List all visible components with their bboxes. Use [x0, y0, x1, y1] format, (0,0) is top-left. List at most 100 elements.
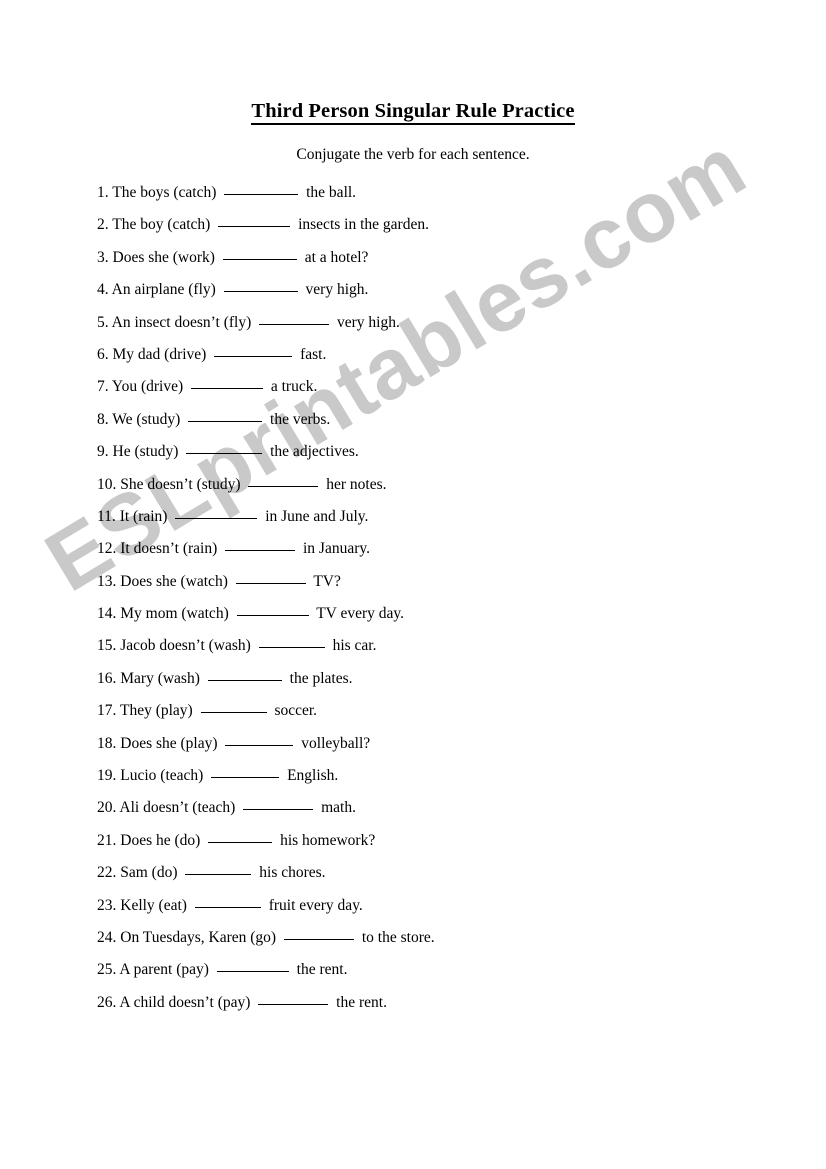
question-item: 14. My mom (watch) TV every day.	[97, 603, 797, 635]
answer-blank[interactable]	[211, 766, 280, 779]
question-number: 6.	[97, 345, 109, 363]
answer-blank[interactable]	[248, 475, 319, 487]
question-number: 20.	[97, 799, 117, 817]
question-prompt-before-blank: An airplane (fly)	[108, 281, 220, 299]
page-title-text: Third Person Singular Rule Practice	[251, 100, 575, 125]
question-number: 16.	[97, 669, 117, 687]
question-prompt-after-blank: to the store.	[357, 928, 435, 946]
answer-blank[interactable]	[225, 539, 296, 552]
question-number: 26.	[97, 993, 117, 1011]
question-number: 15.	[97, 637, 117, 655]
answer-blank[interactable]	[218, 215, 291, 228]
question-item: 17. They (play) soccer.	[97, 700, 797, 732]
answer-blank[interactable]	[208, 831, 273, 843]
answer-blank[interactable]	[223, 280, 298, 293]
answer-blank[interactable]	[216, 960, 289, 973]
question-item: 21. Does he (do) his homework?	[97, 830, 797, 862]
answer-blank[interactable]	[236, 604, 309, 617]
question-item: 11. It (rain) in June and July.	[97, 506, 797, 538]
question-item: 1. The boys (catch) the ball.	[97, 182, 797, 214]
question-prompt-after-blank: English.	[283, 767, 339, 785]
answer-blank[interactable]	[214, 345, 293, 357]
question-item: 5. An insect doesn’t (fly) very high.	[97, 312, 797, 344]
answer-blank[interactable]	[207, 669, 282, 681]
answer-blank[interactable]	[259, 313, 330, 325]
instructions-text: Conjugate the verb for each sentence.	[296, 146, 530, 163]
question-prompt-before-blank: Does she (watch)	[116, 572, 232, 590]
question-prompt-after-blank: her notes.	[322, 475, 387, 493]
question-number: 3.	[97, 248, 109, 266]
question-item: 8. We (study) the verbs.	[97, 409, 797, 441]
question-number: 2.	[97, 216, 109, 234]
answer-blank[interactable]	[235, 572, 306, 584]
answer-blank[interactable]	[222, 248, 297, 260]
answer-blank[interactable]	[283, 928, 354, 940]
answer-blank[interactable]	[243, 798, 314, 811]
answer-blank[interactable]	[224, 183, 299, 195]
answer-blank[interactable]	[258, 636, 325, 649]
question-prompt-after-blank: fruit every day.	[264, 896, 363, 914]
question-prompt-before-blank: Does she (play)	[116, 734, 222, 752]
question-number: 14.	[97, 605, 117, 623]
question-prompt-before-blank: The boy (catch)	[108, 216, 215, 234]
question-prompt-after-blank: his homework?	[276, 831, 376, 849]
question-prompt-after-blank: fast.	[296, 345, 327, 363]
question-prompt-before-blank: Mary (wash)	[116, 669, 204, 687]
question-item: 6. My dad (drive) fast.	[97, 344, 797, 376]
worksheet-page: ESLprintables.com Third Person Singular …	[0, 0, 826, 1169]
question-prompt-before-blank: He (study)	[108, 443, 183, 461]
answer-blank[interactable]	[258, 993, 329, 1005]
question-prompt-after-blank: insects in the garden.	[294, 216, 429, 234]
question-prompt-before-blank: A parent (pay)	[116, 961, 213, 979]
question-item: 9. He (study) the adjectives.	[97, 441, 797, 473]
question-item: 15. Jacob doesn’t (wash) his car.	[97, 635, 797, 667]
answer-blank[interactable]	[185, 863, 252, 876]
answer-blank[interactable]	[191, 377, 263, 390]
question-number: 22.	[97, 864, 117, 882]
answer-blank[interactable]	[188, 410, 263, 422]
question-prompt-after-blank: in June and July.	[261, 507, 369, 525]
question-prompt-after-blank: TV?	[309, 572, 341, 590]
question-prompt-after-blank: math.	[317, 799, 356, 817]
question-item: 7. You (drive) a truck.	[97, 376, 797, 408]
question-item: 20. Ali doesn’t (teach) math.	[97, 797, 797, 829]
question-prompt-after-blank: the plates.	[285, 669, 353, 687]
question-prompt-before-blank: Lucio (teach)	[116, 767, 208, 785]
question-prompt-after-blank: his car.	[328, 637, 377, 655]
question-prompt-before-blank: My dad (drive)	[108, 345, 211, 363]
question-prompt-before-blank: You (drive)	[108, 378, 187, 396]
question-prompt-before-blank: It (rain)	[115, 507, 172, 525]
question-list: 1. The boys (catch) the ball. 2. The boy …	[97, 182, 797, 1024]
question-prompt-before-blank: We (study)	[108, 410, 185, 428]
question-number: 10.	[97, 475, 117, 493]
answer-blank[interactable]	[194, 896, 261, 908]
question-prompt-after-blank: in January.	[299, 540, 371, 558]
question-prompt-after-blank: very high.	[301, 281, 369, 299]
question-prompt-before-blank: Does she (work)	[108, 248, 219, 266]
question-prompt-before-blank: Kelly (eat)	[116, 896, 191, 914]
question-prompt-after-blank: the adjectives.	[266, 443, 359, 461]
answer-blank[interactable]	[175, 507, 258, 519]
question-item: 13. Does she (watch) TV?	[97, 571, 797, 603]
question-item: 18. Does she (play) volleyball?	[97, 733, 797, 765]
question-prompt-before-blank: Jacob doesn’t (wash)	[116, 637, 255, 655]
question-item: 4. An airplane (fly) very high.	[97, 279, 797, 311]
answer-blank[interactable]	[200, 701, 267, 714]
answer-blank[interactable]	[186, 442, 263, 455]
question-prompt-before-blank: They (play)	[116, 702, 197, 720]
question-item: 19. Lucio (teach) English.	[97, 765, 797, 797]
question-prompt-after-blank: volleyball?	[297, 734, 371, 752]
question-prompt-before-blank: My mom (watch)	[116, 605, 233, 623]
answer-blank[interactable]	[225, 734, 294, 746]
question-number: 18.	[97, 734, 117, 752]
question-number: 12.	[97, 540, 117, 558]
question-item: 26. A child doesn’t (pay) the rent.	[97, 992, 797, 1024]
question-number: 13.	[97, 572, 117, 590]
question-prompt-after-blank: a truck.	[267, 378, 318, 396]
question-prompt-before-blank: On Tuesdays, Karen (go)	[116, 928, 280, 946]
question-prompt-after-blank: soccer.	[270, 702, 318, 720]
question-prompt-before-blank: She doesn’t (study)	[116, 475, 245, 493]
question-prompt-after-blank: the rent.	[332, 993, 387, 1011]
question-number: 9.	[97, 443, 109, 461]
question-prompt-after-blank: the ball.	[302, 184, 357, 201]
